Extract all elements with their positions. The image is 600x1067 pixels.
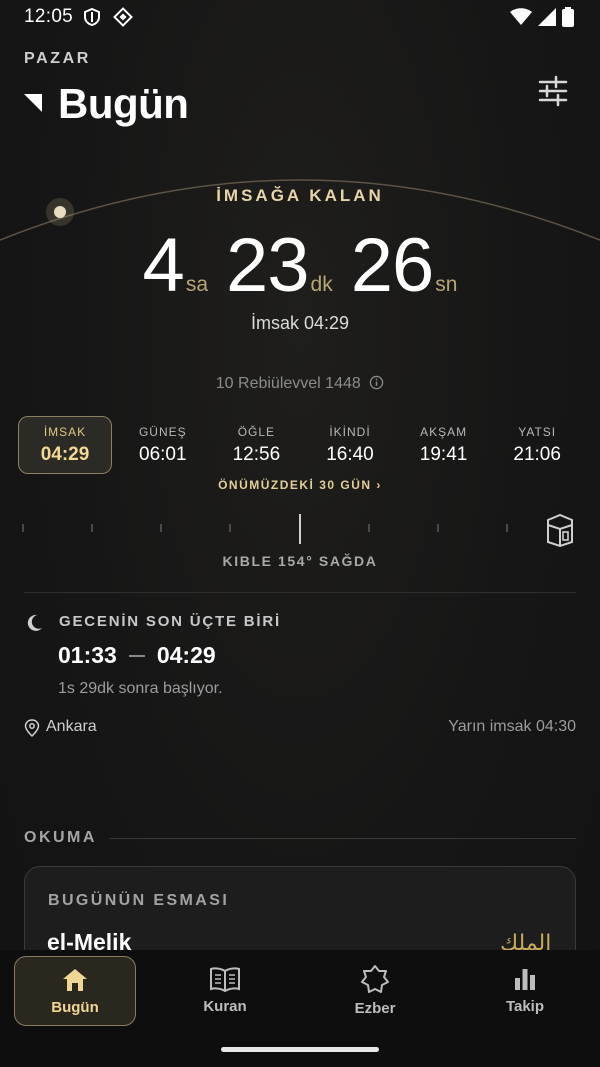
nav-label: Kuran — [203, 997, 247, 1015]
prayer-name: GÜNEŞ — [138, 424, 187, 439]
prayer-yatsi[interactable]: YATSI 21:06 — [490, 416, 584, 474]
esma-card-label: BUGÜNÜN ESMASI — [48, 892, 230, 909]
prayer-time: 06:01 — [139, 443, 187, 465]
prayer-time: 12:56 — [232, 443, 281, 465]
shield-icon — [84, 7, 100, 27]
range-dash — [128, 654, 145, 657]
chevron-right-icon: › — [376, 478, 382, 492]
moon-icon — [27, 614, 42, 631]
prayer-imsak[interactable]: İMSAK 04:29 — [18, 416, 112, 474]
location-pin-icon — [24, 719, 40, 737]
home-icon — [63, 968, 87, 991]
nav-tracking[interactable]: Takip — [465, 956, 585, 1024]
hijri-date-text: 10 Rebiülevvel 1448 — [215, 375, 361, 392]
star-octagon-icon — [361, 964, 389, 993]
tomorrow-imsak: Yarın imsak 04:30 — [448, 718, 576, 735]
signal-icon — [538, 8, 556, 26]
seconds-unit: sn — [435, 273, 458, 296]
minutes-unit: dk — [310, 273, 333, 296]
pointer-triangle-icon — [24, 94, 42, 112]
night-section-title: GECENİN SON ÜÇTE BİRİ — [59, 613, 281, 630]
reading-section-title: OKUMA — [24, 829, 97, 846]
nav-label: Takip — [505, 997, 545, 1015]
page-header: Bugün — [24, 80, 189, 128]
night-start: 01:33 — [58, 642, 117, 668]
prayer-ogle[interactable]: ÖĞLE 12:56 — [210, 416, 304, 474]
kaaba-icon[interactable] — [544, 512, 576, 548]
reading-divider — [110, 838, 576, 839]
settings-sliders-icon[interactable] — [536, 74, 570, 108]
nav-label: Ezber — [354, 999, 396, 1017]
prayer-name: İKİNDİ — [329, 424, 371, 439]
next-prayer-time: İmsak 04:29 — [250, 313, 350, 333]
gesture-home-bar[interactable] — [221, 1047, 379, 1052]
status-time: 12:05 — [24, 6, 74, 27]
prayer-ikindi[interactable]: İKİNDİ 16:40 — [303, 416, 397, 474]
countdown-hours: 4 — [142, 223, 185, 308]
prayer-time: 19:41 — [419, 443, 468, 465]
prayer-name: İMSAK — [43, 424, 87, 439]
info-icon — [369, 375, 384, 390]
hijri-date[interactable]: 10 Rebiülevvel 1448 — [0, 375, 600, 393]
nav-memorize[interactable]: Ezber — [315, 956, 435, 1024]
countdown-minutes: 23 — [226, 223, 310, 308]
countdown-seconds: 26 — [350, 223, 435, 308]
prayer-times-row: İMSAK 04:29 GÜNEŞ 06:01 ÖĞLE 12:56 İKİND… — [18, 416, 584, 474]
prayer-gunes[interactable]: GÜNEŞ 06:01 — [116, 416, 210, 474]
book-icon — [210, 966, 240, 992]
qibla-compass-strip — [22, 514, 508, 544]
wifi-icon — [510, 8, 532, 25]
battery-icon — [562, 7, 574, 27]
vpn-diamond-icon — [113, 7, 133, 27]
next-30-days-link[interactable]: ÖNÜMÜZDEKİ 30 GÜN › — [0, 478, 600, 492]
prayer-time: 21:06 — [513, 443, 561, 465]
prayer-name: YATSI — [518, 424, 557, 439]
prayer-time: 16:40 — [326, 443, 374, 465]
status-icons — [510, 6, 574, 28]
night-note: 1s 29dk sonra başlıyor. — [58, 680, 223, 697]
night-end: 04:29 — [156, 642, 216, 668]
qibla-direction: KIBLE 154° SAĞDA — [222, 553, 378, 569]
section-divider — [24, 592, 576, 593]
location-label[interactable]: Ankara — [46, 718, 97, 736]
nav-today[interactable]: Bugün — [14, 956, 136, 1026]
countdown-timer: 4sa 23dk 26sn — [0, 222, 600, 309]
prayer-name: AKŞAM — [420, 424, 468, 439]
prayer-aksam[interactable]: AKŞAM 19:41 — [397, 416, 491, 474]
bar-chart-icon — [515, 968, 535, 990]
next-30-days-label: ÖNÜMÜZDEKİ 30 GÜN — [218, 478, 372, 492]
nav-label: Bugün — [51, 998, 99, 1016]
prayer-name: ÖĞLE — [237, 424, 276, 439]
night-time-range: 01:33 04:29 — [58, 642, 216, 669]
day-label: PAZAR — [24, 50, 91, 67]
countdown-label: İMSAĞA KALAN — [216, 186, 384, 205]
page-title: Bugün — [58, 80, 189, 127]
prayer-time: 04:29 — [40, 443, 90, 465]
hours-unit: sa — [185, 273, 208, 296]
nav-quran[interactable]: Kuran — [165, 956, 285, 1024]
